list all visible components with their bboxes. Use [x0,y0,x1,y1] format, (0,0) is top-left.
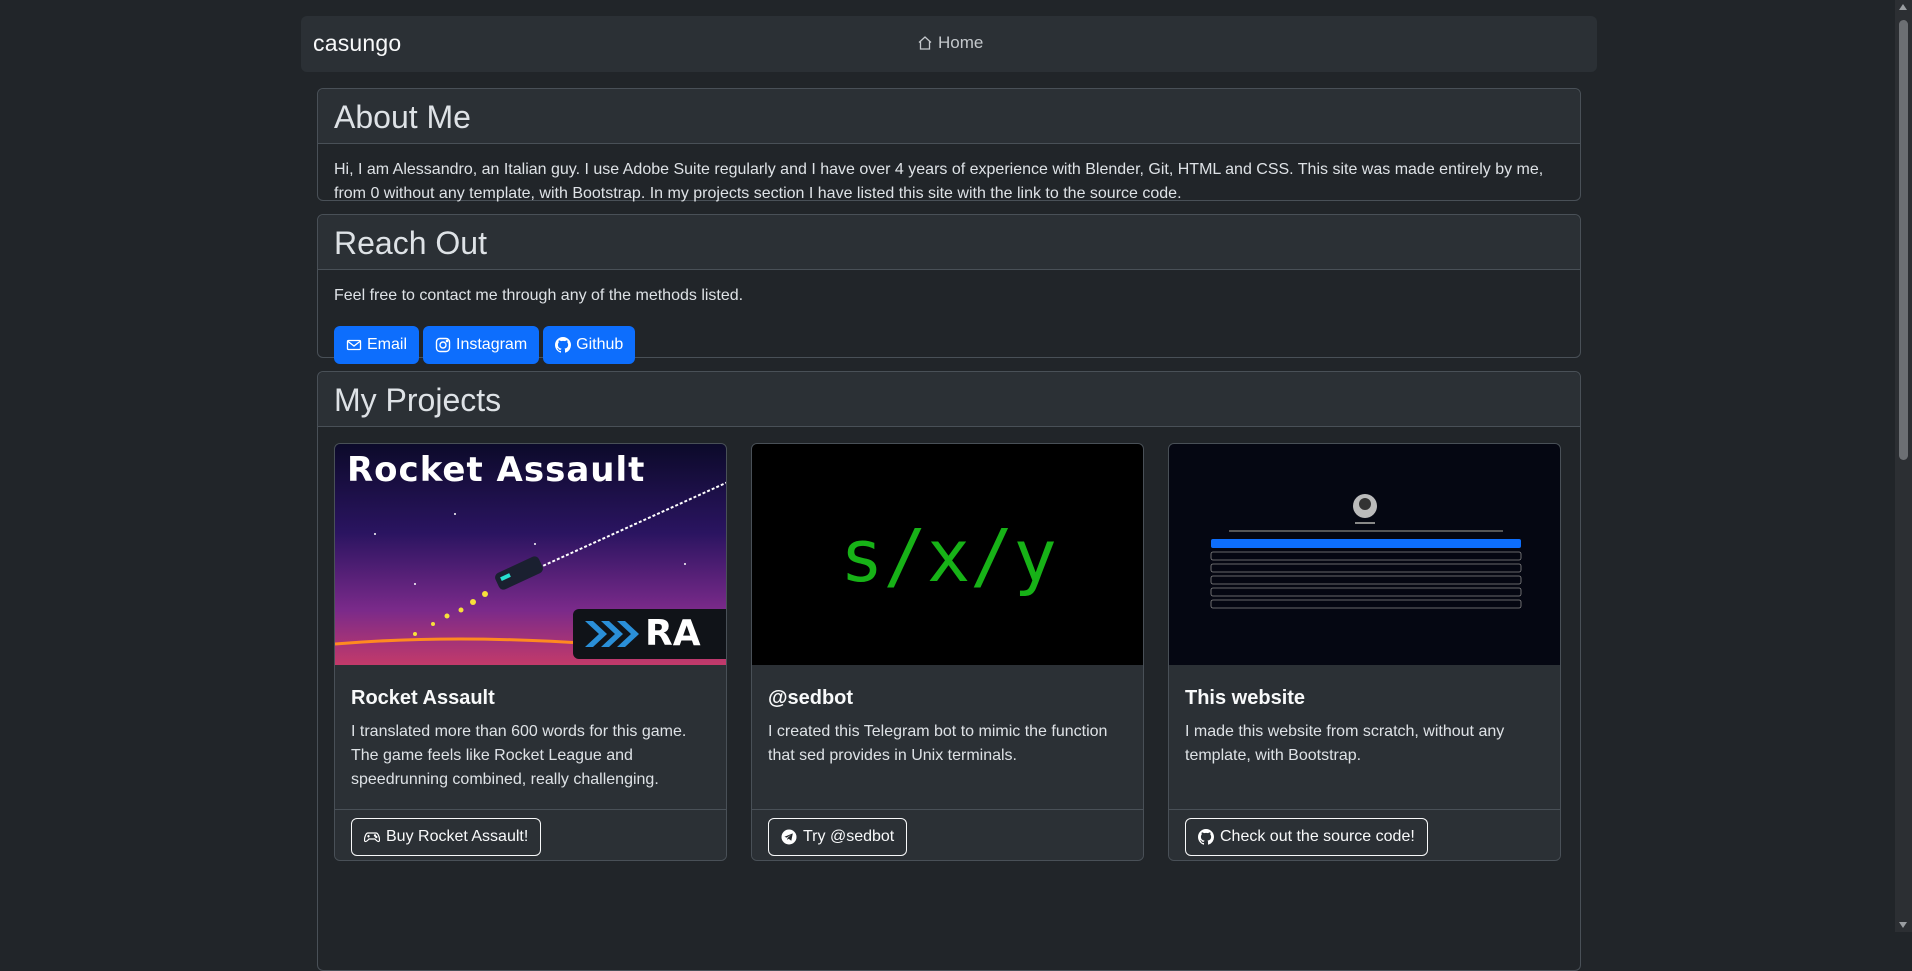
about-header: About Me [318,89,1580,144]
try-sedbot-button[interactable]: Try @sedbot [768,818,908,856]
ra-badge-text: RA [645,613,701,654]
rocket-assault-title: Rocket Assault [351,687,495,709]
website-text: I made this website from scratch, withou… [1185,723,1505,764]
sedbot-image: s/x/y [752,444,1143,665]
sedbot-text: I created this Telegram bot to mimic the… [768,723,1108,764]
envelope-icon [346,339,362,351]
contact-buttons: Email Instagram Github [334,326,1564,364]
page-scrollbar[interactable] [1895,0,1912,932]
reach-text: Feel free to contact me through any of t… [334,287,744,304]
projects-header: My Projects [318,372,1580,427]
sedbot-image-text: s/x/y [840,514,1057,598]
gamepad-icon [364,832,380,843]
scroll-up-arrow-icon[interactable] [1899,4,1907,10]
website-body: This website I made this website from sc… [1169,665,1560,768]
about-body: Hi, I am Alessandro, an Italian guy. I u… [318,144,1580,222]
website-footer: Check out the source code! [1169,809,1560,860]
source-code-label: Check out the source code! [1220,828,1415,845]
projects-grid: Rocket Assault RA Rocket Assault I trans… [318,427,1580,877]
rocket-assault-logo-text: Rocket Assault [347,450,646,490]
about-card: About Me Hi, I am Alessandro, an Italian… [317,88,1581,202]
scroll-down-arrow-icon[interactable] [1899,922,1907,928]
sedbot-title: @sedbot [768,687,854,709]
project-card-this-website: This website I made this website from sc… [1168,443,1561,861]
instagram-button[interactable]: Instagram [423,326,540,364]
chevrons-icon [585,621,639,647]
about-title: About Me [334,99,471,135]
ra-badge: RA [573,609,726,659]
instagram-label: Instagram [456,336,528,353]
scrollbar-thumb[interactable] [1899,20,1908,460]
email-button[interactable]: Email [334,326,420,364]
reach-header: Reach Out [318,215,1580,270]
buy-rocket-assault-button[interactable]: Buy Rocket Assault! [351,818,542,856]
nav-home-link[interactable]: Home [917,33,983,53]
try-sedbot-label: Try @sedbot [803,828,895,845]
github-icon [555,337,572,353]
reach-title: Reach Out [334,225,487,261]
projects-title: My Projects [334,382,502,418]
website-thumbnail-graphic [1210,494,1522,609]
rocket-assault-image: Rocket Assault RA [335,444,726,665]
buy-rocket-assault-label: Buy Rocket Assault! [386,828,529,845]
about-text: Hi, I am Alessandro, an Italian guy. I u… [334,161,1544,202]
github-button[interactable]: Github [543,326,636,364]
website-title: This website [1185,687,1306,709]
reach-card: Reach Out Feel free to contact me throug… [317,214,1581,364]
page-container: casungo Home About Me Hi, I am Alessandr… [301,16,1597,971]
reach-body: Feel free to contact me through any of t… [318,270,1580,380]
projects-card: My Projects Rocket Assault RA Rocket Ass… [317,371,1581,971]
project-card-rocket-assault: Rocket Assault RA Rocket Assault I trans… [334,443,727,861]
email-label: Email [367,336,408,353]
rocket-assault-body: Rocket Assault I translated more than 60… [335,665,726,792]
source-code-button[interactable]: Check out the source code! [1185,818,1428,856]
instagram-icon [435,337,451,353]
website-screenshot-image [1169,444,1560,665]
github-label: Github [576,336,624,353]
house-icon [918,36,932,50]
sedbot-body: @sedbot I created this Telegram bot to m… [752,665,1143,768]
rocket-assault-text: I translated more than 600 words for thi… [351,723,687,788]
telegram-icon [781,829,797,845]
nav-home-label: Home [938,33,984,52]
sedbot-footer: Try @sedbot [752,809,1143,860]
github-icon [1198,829,1214,845]
project-card-sedbot: s/x/y @sedbot I created this Telegram bo… [751,443,1144,861]
rocket-assault-footer: Buy Rocket Assault! [335,809,726,860]
brand-logo[interactable]: casungo [313,30,401,57]
navbar: casungo Home [301,16,1597,72]
